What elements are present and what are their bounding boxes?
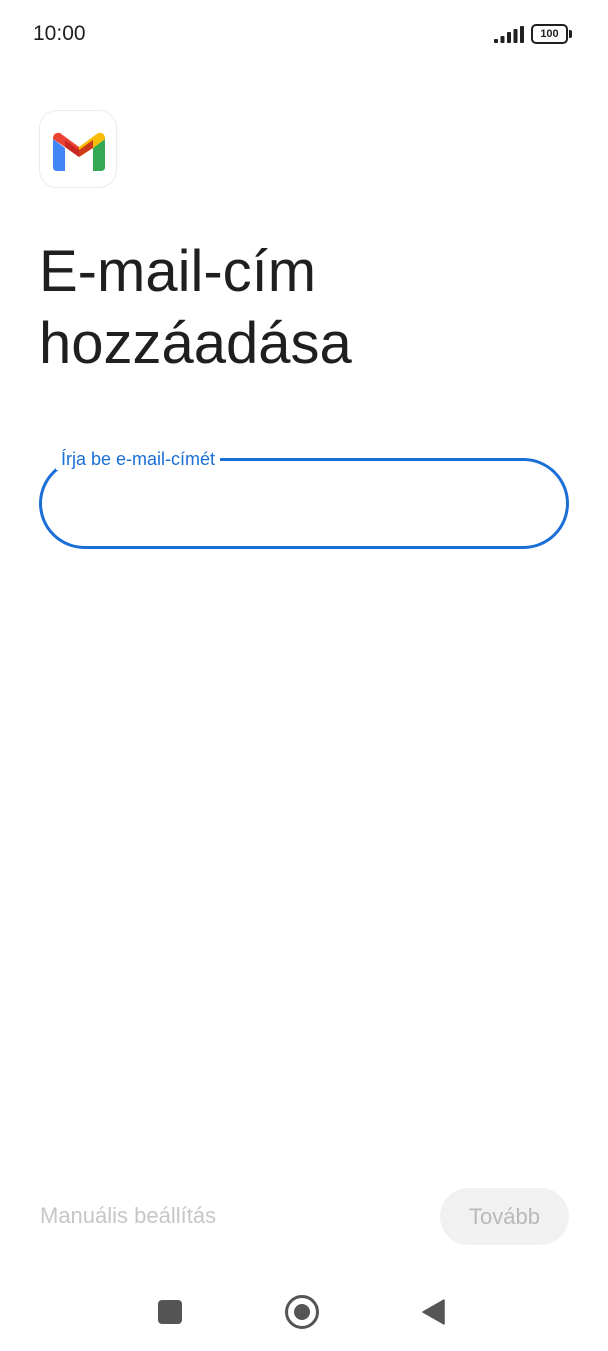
gmail-logo-tile: [39, 110, 117, 188]
status-bar: 10:00 100: [0, 0, 608, 70]
next-button[interactable]: Tovább: [440, 1188, 569, 1245]
battery-tip: [569, 30, 572, 38]
gmail-logo-icon: [53, 132, 105, 171]
page-title: E-mail-cím hozzáadása: [39, 236, 579, 380]
page-title-line-2: hozzáadása: [39, 311, 352, 376]
signal-bars-icon: [494, 26, 524, 43]
battery-level: 100: [531, 24, 568, 44]
email-input[interactable]: [70, 485, 540, 523]
email-field[interactable]: Írja be e-mail-címét: [39, 448, 569, 549]
email-field-label: Írja be e-mail-címét: [56, 448, 221, 470]
screen: 10:00 100 E-mail-cím hozzáadása Írja be …: [0, 0, 608, 1351]
navigation-bar: [0, 1270, 608, 1351]
manual-setup-button[interactable]: Manuális beállítás: [40, 1203, 216, 1229]
circle-home-icon[interactable]: [285, 1295, 319, 1329]
status-time: 10:00: [33, 22, 86, 45]
triangle-back-icon[interactable]: [421, 1299, 445, 1325]
battery-icon: 100: [531, 24, 573, 44]
page-title-line-1: E-mail-cím: [39, 239, 317, 304]
square-recents-icon[interactable]: [158, 1300, 182, 1324]
home-dot: [294, 1304, 310, 1320]
